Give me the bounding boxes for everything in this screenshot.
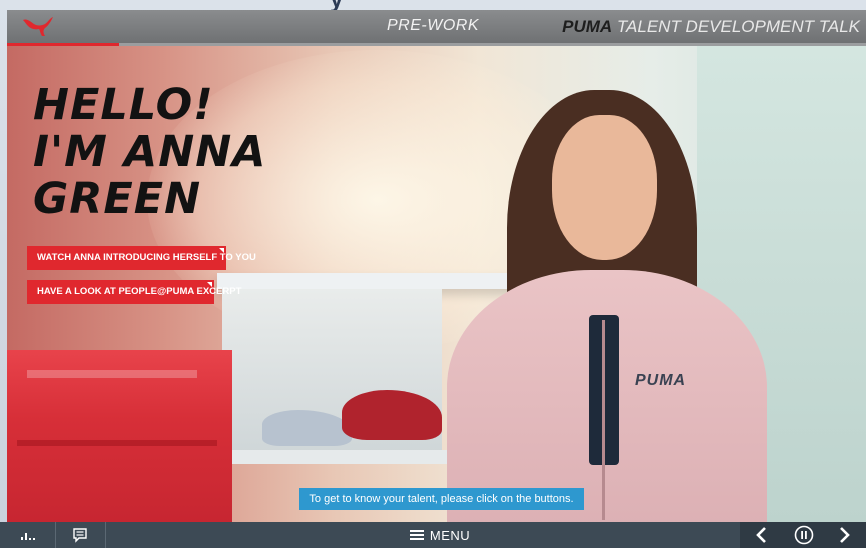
divider [105, 522, 106, 548]
presenter-face [552, 115, 657, 260]
divider [55, 522, 56, 548]
pause-button[interactable] [784, 522, 824, 548]
progress-bar [7, 43, 866, 46]
heading-line-2: I'M ANNA [33, 127, 267, 177]
previous-button[interactable] [740, 522, 782, 548]
course-title: PUMA TALENT DEVELOPMENT TALK [562, 17, 860, 37]
stats-button[interactable] [12, 522, 46, 548]
next-button[interactable] [824, 522, 866, 548]
brand-bold: PUMA [562, 17, 613, 36]
notes-button[interactable] [62, 522, 98, 548]
slide-stage: PUMA PRE-WORK PUMA TALENT DEVELOPMENT TA… [7, 10, 866, 522]
chevron-left-icon [756, 527, 766, 543]
instruction-tooltip: To get to know your talent, please click… [299, 488, 584, 510]
hamburger-icon [409, 530, 424, 540]
red-shoe-boxes [7, 350, 232, 522]
bottom-bar: MENU [0, 522, 866, 548]
menu-button[interactable]: MENU [390, 522, 490, 548]
chevron-right-icon [840, 527, 850, 543]
heading-line-1: HELLO! [33, 80, 214, 130]
presenter-photo: PUMA [437, 60, 767, 522]
puma-logo-icon [23, 17, 53, 36]
top-bar: PRE-WORK PUMA TALENT DEVELOPMENT TALK [7, 10, 866, 43]
jacket-logo: PUMA [635, 372, 687, 389]
slide-navigation [740, 522, 866, 548]
heading-line-3: GREEN [33, 174, 202, 224]
comment-icon [73, 528, 87, 543]
app-frame: y PUMA PRE-WORK PUMA TALENT DEVELOPMENT … [0, 0, 866, 548]
bar-chart-icon [21, 533, 35, 540]
menu-label: MENU [429, 527, 471, 543]
lower-shelf [207, 450, 467, 464]
page-heading: HELLO! I'M ANNA GREEN [33, 82, 266, 223]
section-title: PRE-WORK [387, 17, 479, 34]
jacket-zipper [602, 320, 605, 520]
brand-rest: TALENT DEVELOPMENT TALK [612, 17, 860, 36]
watch-intro-button[interactable]: WATCH ANNA INTRODUCING HERSELF TO YOU [27, 246, 256, 270]
progress-fill [7, 43, 119, 46]
excerpt-button[interactable]: HAVE A LOOK AT PEOPLE@PUMA EXCERPT [27, 280, 241, 304]
pause-icon [794, 525, 814, 545]
